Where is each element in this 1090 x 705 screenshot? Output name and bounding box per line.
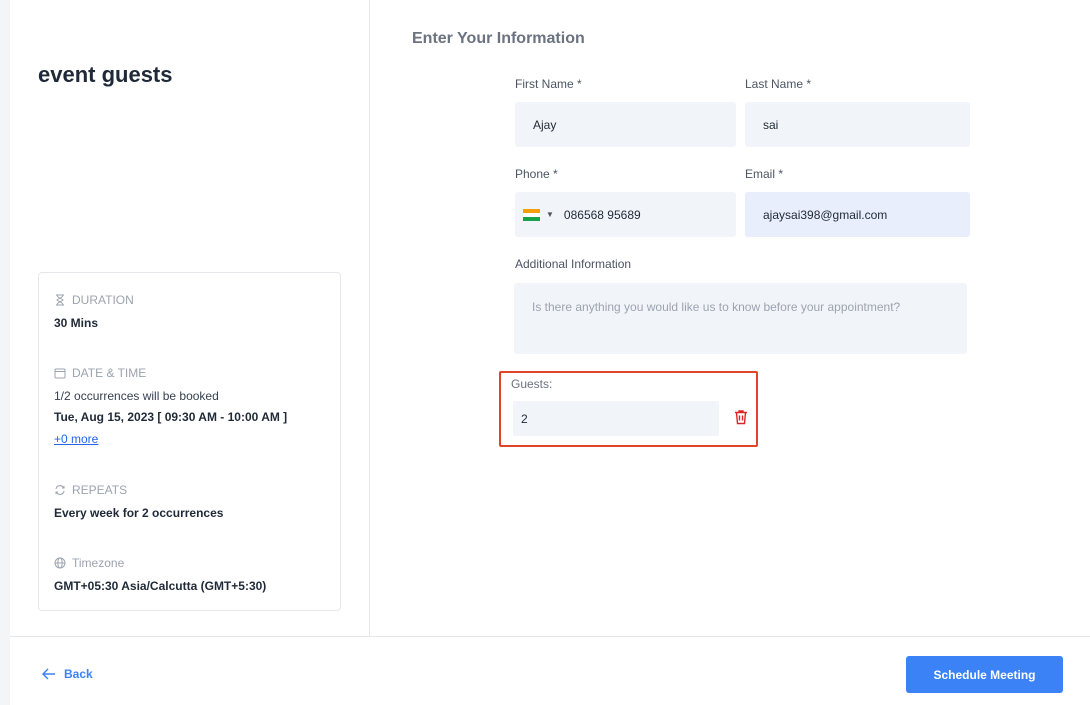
repeat-icon [55, 485, 65, 495]
event-title: event guests [38, 62, 173, 87]
information-form: Enter Your Information First Name * Ajay… [370, 0, 1090, 636]
back-label: Back [64, 667, 93, 681]
guests-label: Guests: [511, 377, 553, 391]
repeats-label: REPEATS [72, 483, 128, 497]
duration-label: DURATION [72, 293, 134, 307]
email-label: Email * [745, 167, 784, 181]
last-name-input[interactable]: sai [745, 102, 970, 147]
guests-section: Guests: 2 [499, 371, 758, 447]
additional-info-label: Additional Information [515, 257, 632, 271]
timezone-value: GMT+05:30 Asia/Calcutta (GMT+5:30) [54, 579, 267, 593]
datetime-value: Tue, Aug 15, 2023 [ 09:30 AM - 10:00 AM … [54, 410, 288, 424]
booking-summary: DURATION 30 Mins DATE & TIME 1/2 occurre… [38, 272, 341, 611]
phone-value: 086568 95689 [563, 207, 641, 222]
india-flag-icon[interactable] [523, 208, 540, 221]
footer-bar: Back Schedule Meeting [10, 636, 1090, 705]
additional-info-textarea[interactable]: Is there anything you would like us to k… [514, 283, 967, 354]
occurrences-text: 1/2 occurrences will be booked [54, 389, 219, 403]
arrow-left-icon [42, 668, 55, 680]
phone-input[interactable]: ▼ 086568 95689 [515, 192, 736, 237]
timezone-section: Timezone GMT+05:30 Asia/Calcutta (GMT+5:… [54, 556, 266, 593]
globe-icon [54, 557, 66, 569]
country-dropdown-caret-icon[interactable]: ▼ [546, 210, 554, 219]
first-name-input[interactable]: Ajay [515, 102, 736, 147]
schedule-meeting-button[interactable]: Schedule Meeting [906, 656, 1063, 693]
first-name-label: First Name * [515, 77, 582, 91]
timezone-label: Timezone [72, 556, 125, 570]
duration-section: DURATION 30 Mins [54, 293, 134, 330]
calendar-icon [54, 368, 66, 379]
trash-icon[interactable] [734, 409, 748, 425]
repeats-value: Every week for 2 occurrences [54, 506, 224, 520]
email-input[interactable]: ajaysai398@gmail.com [745, 192, 970, 237]
event-details-panel: event guests DURATION 30 Mins DATE & TIM… [10, 0, 370, 636]
repeats-section: REPEATS Every week for 2 occurrences [54, 483, 223, 520]
datetime-label: DATE & TIME [72, 366, 147, 380]
datetime-section: DATE & TIME 1/2 occurrences will be book… [54, 366, 287, 446]
phone-label: Phone * [515, 167, 558, 181]
last-name-label: Last Name * [745, 77, 812, 91]
booking-card: event guests DURATION 30 Mins DATE & TIM… [10, 0, 1090, 705]
back-button[interactable]: Back [42, 667, 93, 681]
guest-input[interactable]: 2 [513, 401, 719, 436]
more-occurrences-link[interactable]: +0 more [54, 432, 98, 446]
form-title: Enter Your Information [412, 30, 585, 47]
duration-value: 30 Mins [54, 316, 99, 330]
hourglass-icon [56, 294, 64, 306]
